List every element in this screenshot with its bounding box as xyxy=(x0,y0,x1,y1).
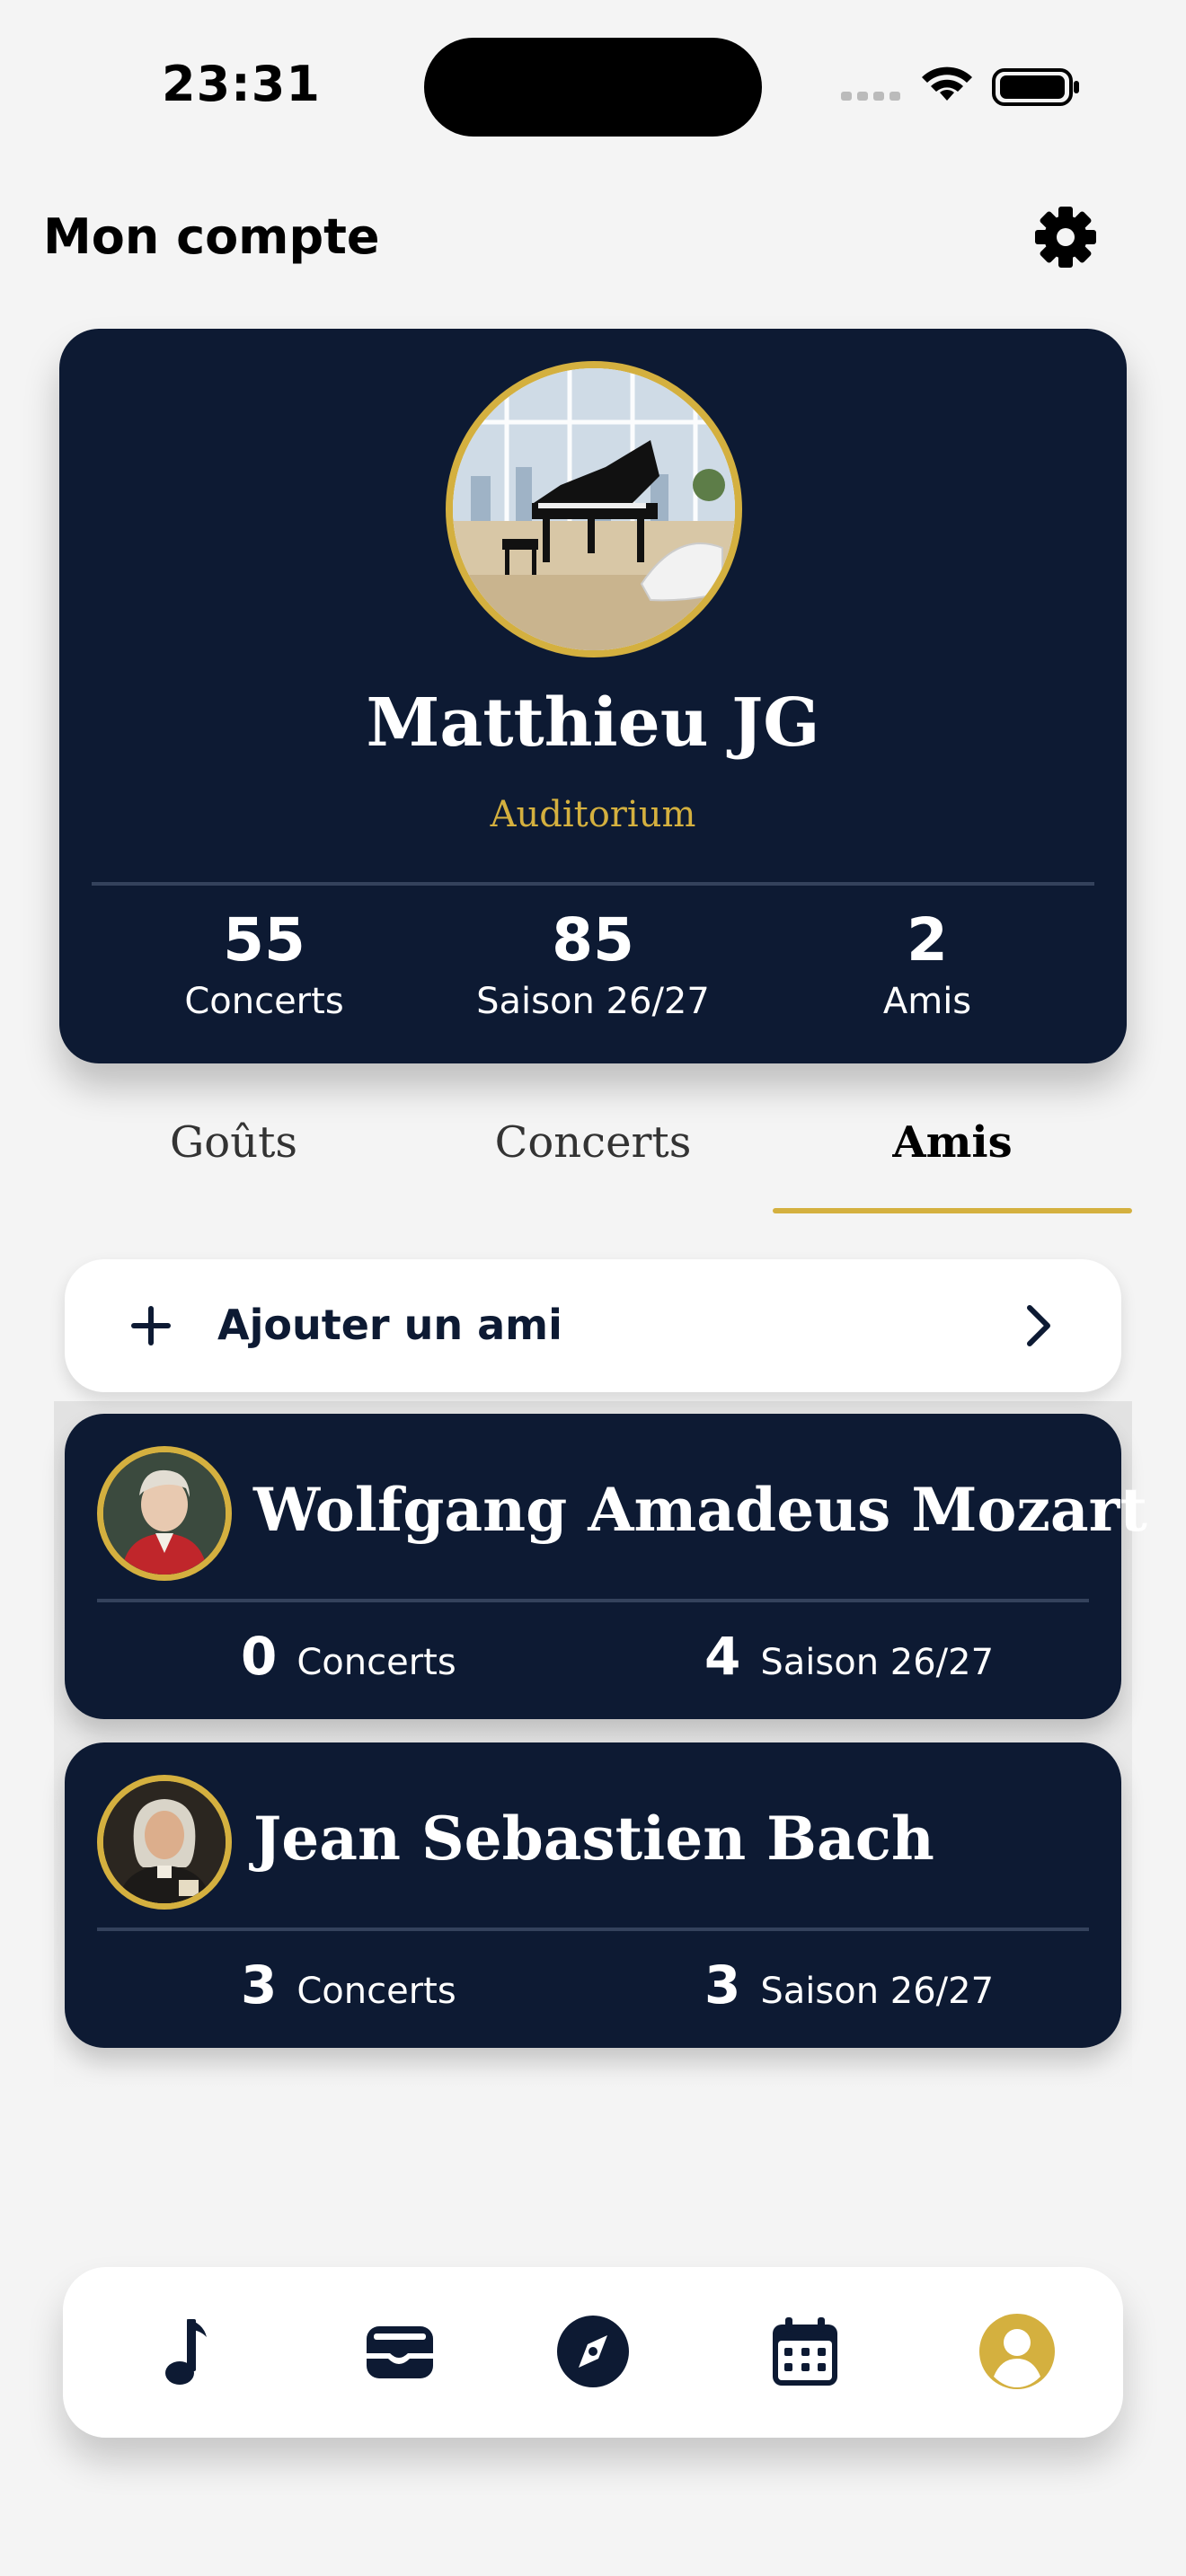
bottom-nav xyxy=(63,2267,1123,2438)
stat-value: 4 xyxy=(704,1626,741,1687)
stat-label: Saison 26/27 xyxy=(476,981,710,1022)
stat-value: 55 xyxy=(223,905,305,975)
stat-friends: 2 Amis xyxy=(766,905,1089,1023)
stat-label: Concerts xyxy=(296,1971,456,2012)
nav-explore[interactable] xyxy=(548,2307,638,2396)
divider xyxy=(97,1928,1089,1931)
compass-icon xyxy=(557,2316,629,2387)
status-bar: 23:31 xyxy=(0,0,1186,180)
stat-label: Concerts xyxy=(184,981,344,1022)
stat-label: Amis xyxy=(882,981,972,1022)
settings-button[interactable] xyxy=(1030,201,1102,273)
stat-value: 3 xyxy=(241,1954,278,2016)
friend-stat-season: 3 Saison 26/27 xyxy=(704,1954,994,2016)
nav-music[interactable] xyxy=(140,2307,230,2396)
gear-icon xyxy=(1035,207,1096,268)
stat-value: 3 xyxy=(704,1954,741,2016)
stat-concerts: 55 Concerts xyxy=(102,905,426,1023)
tab-concerts[interactable]: Concerts xyxy=(413,1117,773,1168)
profile-level: Auditorium xyxy=(490,794,696,835)
mozart-portrait xyxy=(103,1452,226,1575)
divider xyxy=(97,1599,1089,1602)
page-title: Mon compte xyxy=(43,208,380,265)
plus-icon xyxy=(131,1306,171,1345)
status-time: 23:31 xyxy=(162,56,321,112)
friend-card[interactable]: Wolfgang Amadeus Mozart 0 Concerts 4 Sai… xyxy=(65,1414,1147,1719)
stat-value: 0 xyxy=(241,1626,278,1687)
cellular-signal-icon xyxy=(841,92,900,101)
add-friend-button[interactable]: Ajouter un ami xyxy=(65,1259,1121,1392)
battery-icon xyxy=(992,68,1079,106)
tab-amis[interactable]: Amis xyxy=(773,1117,1132,1168)
friend-card[interactable]: Jean Sebastien Bach 3 Concerts 3 Saison … xyxy=(65,1742,1121,2048)
grand-piano-photo xyxy=(453,368,735,650)
nav-calendar[interactable] xyxy=(760,2307,850,2396)
stat-label: Saison 26/27 xyxy=(760,1971,995,2012)
stat-label: Saison 26/27 xyxy=(760,1642,995,1683)
friend-avatar xyxy=(97,1446,232,1581)
divider xyxy=(92,882,1094,886)
friend-name: Wolfgang Amadeus Mozart xyxy=(253,1475,1147,1545)
stat-label: Concerts xyxy=(296,1642,456,1683)
bach-portrait xyxy=(103,1781,226,1903)
wallet-icon xyxy=(367,2326,433,2378)
profile-name: Matthieu JG xyxy=(366,684,820,762)
add-friend-label: Ajouter un ami xyxy=(217,1301,562,1349)
profile-card: Matthieu JG Auditorium 55 Concerts 85 Sa… xyxy=(59,329,1127,1063)
music-note-icon xyxy=(165,2319,207,2385)
profile-avatar[interactable] xyxy=(446,361,742,657)
friend-stat-concerts: 0 Concerts xyxy=(241,1626,456,1687)
friend-stat-concerts: 3 Concerts xyxy=(241,1954,456,2016)
status-icons xyxy=(836,63,1087,108)
stat-value: 2 xyxy=(907,905,948,975)
calendar-icon xyxy=(773,2317,837,2386)
friend-avatar xyxy=(97,1775,232,1910)
profile-icon xyxy=(979,2314,1055,2389)
chevron-right-icon xyxy=(1027,1305,1050,1346)
active-tab-indicator xyxy=(773,1208,1132,1213)
nav-profile[interactable] xyxy=(972,2307,1062,2396)
stat-value: 85 xyxy=(552,905,634,975)
wifi-icon xyxy=(922,66,972,101)
nav-wallet[interactable] xyxy=(354,2307,444,2396)
stat-season: 85 Saison 26/27 xyxy=(431,905,755,1023)
dynamic-island xyxy=(424,38,762,137)
friend-stat-season: 4 Saison 26/27 xyxy=(704,1626,994,1687)
tab-gouts[interactable]: Goûts xyxy=(54,1117,413,1168)
friend-name: Jean Sebastien Bach xyxy=(253,1804,934,1874)
